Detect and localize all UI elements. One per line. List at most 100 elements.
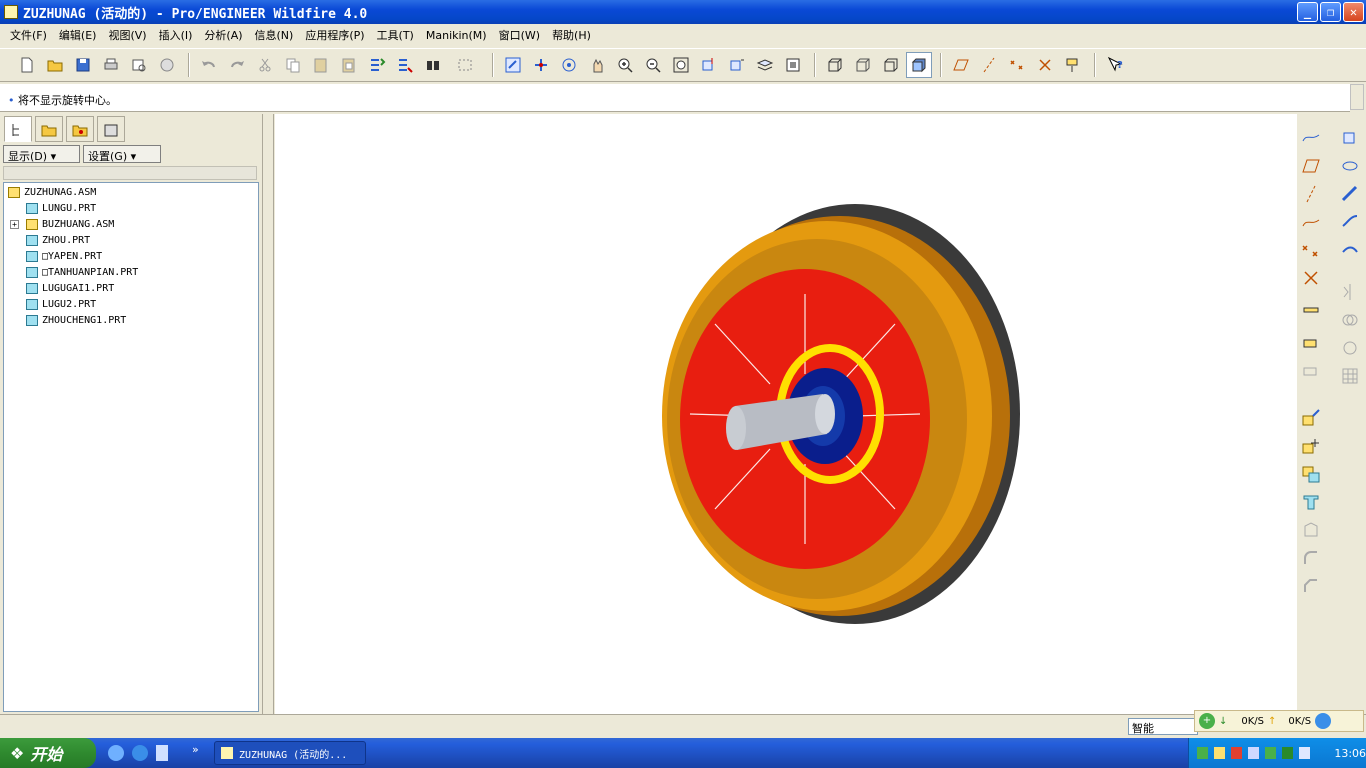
undo-button[interactable] <box>196 52 222 78</box>
selection-filter[interactable]: 智能 <box>1128 718 1198 735</box>
hole-button[interactable] <box>1299 491 1323 513</box>
saved-views-button[interactable] <box>724 52 750 78</box>
print-button[interactable] <box>98 52 124 78</box>
menu-window[interactable]: 窗口(W) <box>493 27 546 43</box>
datum-axis-button[interactable] <box>1299 183 1323 205</box>
sketch-tool-button[interactable] <box>1299 126 1323 148</box>
message-scrollbar[interactable] <box>1350 84 1364 110</box>
tray-shield-icon[interactable] <box>1282 747 1294 759</box>
assemble-button[interactable] <box>1299 407 1323 429</box>
chamfer-button[interactable] <box>1299 575 1323 597</box>
datum-plane-toggle[interactable] <box>948 52 974 78</box>
menu-help[interactable]: 帮助(H) <box>546 27 597 43</box>
preview-button[interactable] <box>126 52 152 78</box>
browser-icon[interactable] <box>1315 713 1332 729</box>
save-button[interactable] <box>70 52 96 78</box>
analysis-feature-button[interactable] <box>1299 295 1323 317</box>
datum-point-button[interactable] <box>1299 239 1323 261</box>
wireframe-button[interactable] <box>822 52 848 78</box>
clock[interactable]: 13:06 <box>1334 747 1366 760</box>
restore-button[interactable]: ❐ <box>1320 2 1341 22</box>
revolve-button[interactable] <box>1338 155 1362 177</box>
find-button[interactable] <box>420 52 446 78</box>
round-button[interactable] <box>1299 547 1323 569</box>
regenerate-button[interactable] <box>364 52 390 78</box>
quicklaunch-ie-icon[interactable] <box>108 745 124 761</box>
close-button[interactable]: ✕ <box>1343 2 1364 22</box>
tree-item[interactable]: LUGUGAI1.PRT <box>26 281 114 295</box>
shell-button[interactable] <box>1299 519 1323 541</box>
create-component-button[interactable] <box>1299 435 1323 457</box>
tray-network-icon[interactable] <box>1197 747 1209 759</box>
redo-button[interactable] <box>224 52 250 78</box>
component-ops-button[interactable] <box>1299 463 1323 485</box>
tray-monitor-icon[interactable] <box>1299 747 1311 759</box>
refit-button[interactable] <box>668 52 694 78</box>
select-box-button[interactable] <box>448 52 484 78</box>
annotation-toggle[interactable] <box>1060 52 1086 78</box>
tab-folder-browser[interactable] <box>35 116 63 142</box>
context-help-button[interactable]: ? <box>1102 52 1128 78</box>
datum-point-toggle[interactable] <box>1004 52 1030 78</box>
taskbar-proe-window[interactable]: ZUZHUNAG (活动的... <box>214 741 366 765</box>
csys-button[interactable] <box>1299 267 1323 289</box>
sweep-button[interactable] <box>1338 183 1362 205</box>
tray-volume-icon[interactable] <box>1231 747 1243 759</box>
new-file-button[interactable] <box>14 52 40 78</box>
menu-info[interactable]: 信息(N) <box>249 27 300 43</box>
tree-item[interactable]: □TANHUANPIAN.PRT <box>26 265 138 279</box>
shading-button[interactable] <box>906 52 932 78</box>
minimize-button[interactable]: _ <box>1297 2 1318 22</box>
quicklaunch-app-icon[interactable] <box>156 745 168 761</box>
zoom-in-button[interactable] <box>612 52 638 78</box>
hidden-line-button[interactable] <box>850 52 876 78</box>
zoom-out-button[interactable] <box>640 52 666 78</box>
trim-button[interactable] <box>1338 337 1362 359</box>
plus-icon[interactable]: + <box>1199 713 1215 729</box>
tray-security-icon[interactable] <box>1214 747 1226 759</box>
tree-item-root[interactable]: ZUZHUNAG.ASM <box>8 185 96 199</box>
send-mail-button[interactable] <box>154 52 180 78</box>
mirror-button[interactable] <box>1338 281 1362 303</box>
menu-file[interactable]: 文件(F) <box>4 27 53 43</box>
merge-button[interactable] <box>1338 309 1362 331</box>
tab-favorites[interactable] <box>66 116 94 142</box>
menu-analysis[interactable]: 分析(A) <box>198 27 248 43</box>
regen-manager-button[interactable] <box>392 52 418 78</box>
boundary-blend-button[interactable] <box>1338 239 1362 261</box>
settings-dropdown[interactable]: 设置(G) ▾ <box>83 145 161 163</box>
paste-special-button[interactable] <box>336 52 362 78</box>
datum-plane-button[interactable] <box>1299 155 1323 177</box>
cut-button[interactable] <box>252 52 278 78</box>
note-button[interactable] <box>1299 335 1323 357</box>
tree-item[interactable]: □YAPEN.PRT <box>26 249 102 263</box>
coordinate-system-toggle[interactable] <box>1032 52 1058 78</box>
quicklaunch-browser-icon[interactable] <box>132 745 148 761</box>
menu-edit[interactable]: 编辑(E) <box>53 27 103 43</box>
open-file-button[interactable] <box>42 52 68 78</box>
blend-button[interactable] <box>1338 211 1362 233</box>
panel-splitter[interactable] <box>262 114 274 714</box>
pan-button[interactable] <box>584 52 610 78</box>
extrude-button[interactable] <box>1338 126 1362 148</box>
spin-center-button[interactable] <box>528 52 554 78</box>
layers-button[interactable] <box>752 52 778 78</box>
menu-view[interactable]: 视图(V) <box>102 27 152 43</box>
group-button[interactable] <box>1299 363 1323 385</box>
redraw-button[interactable] <box>500 52 526 78</box>
tray-update-icon[interactable] <box>1265 747 1277 759</box>
reorient-button[interactable] <box>696 52 722 78</box>
menu-manikin[interactable]: Manikin(M) <box>420 29 493 42</box>
copy-button[interactable] <box>280 52 306 78</box>
menu-insert[interactable]: 插入(I) <box>153 27 199 43</box>
tree-item[interactable]: ZHOUCHENG1.PRT <box>26 313 126 327</box>
tree-expander[interactable]: + <box>10 217 19 231</box>
tree-item[interactable]: BUZHUANG.ASM <box>26 217 114 231</box>
start-button[interactable]: ❖ 开始 <box>0 738 96 768</box>
show-dropdown[interactable]: 显示(D) ▾ <box>3 145 80 163</box>
datum-axis-toggle[interactable] <box>976 52 1002 78</box>
view-manager-button[interactable] <box>780 52 806 78</box>
datum-curve-button[interactable] <box>1299 211 1323 233</box>
orient-mode-button[interactable] <box>556 52 582 78</box>
pattern-button[interactable] <box>1338 365 1362 387</box>
